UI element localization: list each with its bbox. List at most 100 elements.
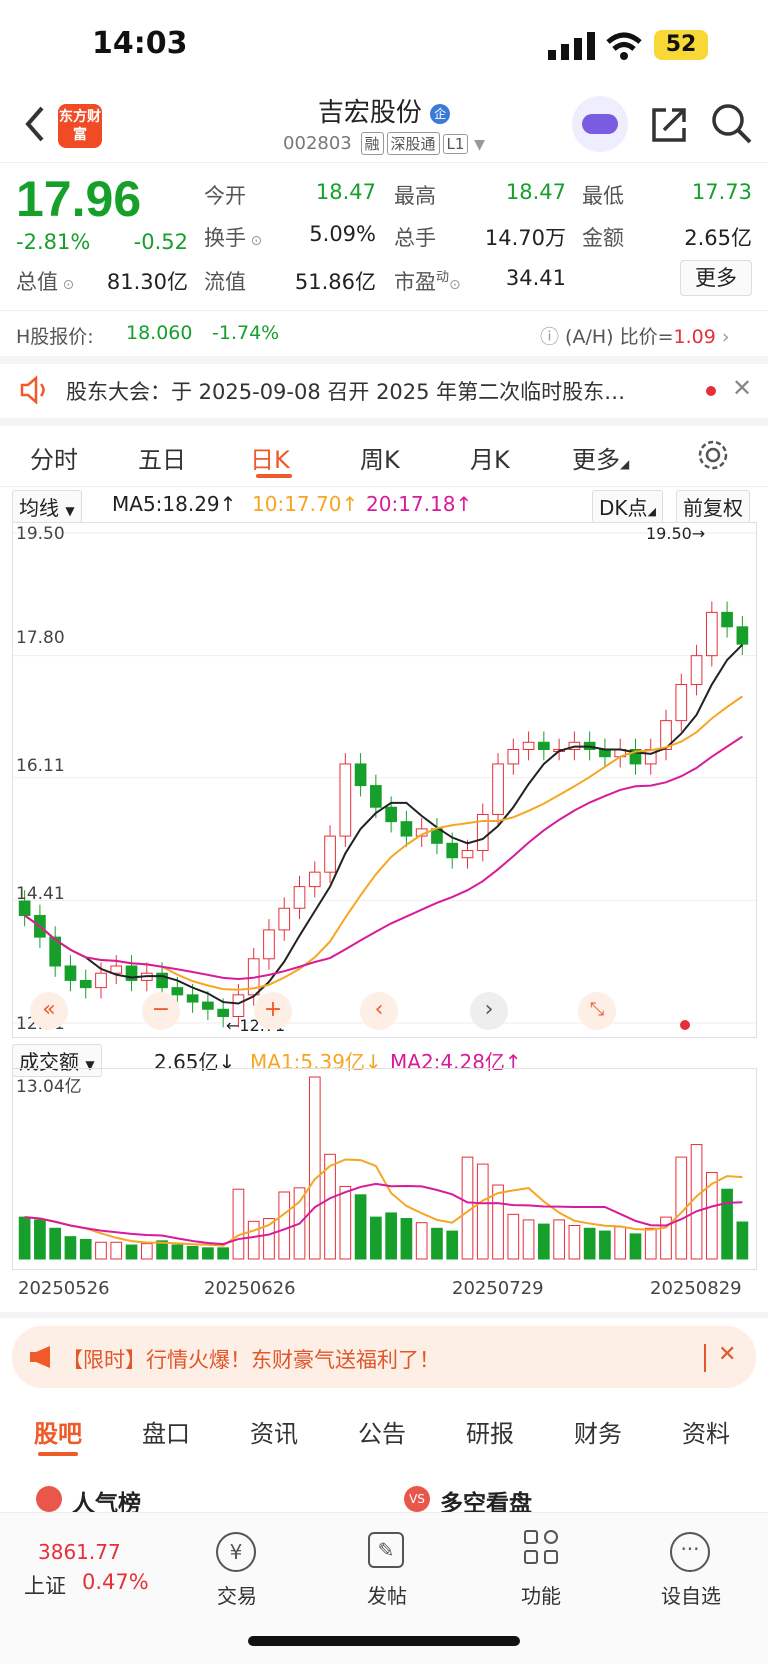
y-label: 14.41 [16,884,65,904]
volume-label: 总手 [394,226,436,250]
tab-news[interactable]: 资讯 [250,1414,298,1449]
zoom-out-icon[interactable]: − [142,992,180,1030]
assistant-avatar[interactable] [572,96,628,152]
more-dots-icon[interactable]: ··· [670,1532,710,1572]
volume-bar [583,1227,596,1260]
promo-text[interactable]: 【限时】行情火爆！东财豪气送福利了！ [62,1344,440,1374]
volume-bar [400,1218,413,1260]
info-icon[interactable]: ⊙ [449,277,461,293]
low-label: 最低 [582,184,624,208]
grid-icon[interactable] [524,1530,560,1566]
candle-body [79,979,92,989]
tab-profile[interactable]: 资料 [682,1414,730,1449]
ah-ratio[interactable]: ⓘ (A/H) 比价=1.09 › [540,322,730,349]
change-amt: -0.52 [133,230,188,254]
volume-bar [232,1188,245,1260]
ma10-line [24,695,743,991]
volume-chart[interactable] [12,1068,757,1270]
volume-bar [415,1222,428,1260]
chart-bar-icon [36,1486,62,1512]
promo-close-icon[interactable]: ✕ [718,1342,736,1367]
candle-body [492,763,504,815]
volume-bar [446,1230,459,1260]
dk-point-dropdown[interactable]: DK点◢ [592,490,663,523]
trade-button[interactable]: 交易 [192,1580,282,1609]
current-price: 17.96 [16,171,142,227]
post-edit-icon[interactable]: ✎ [368,1532,404,1568]
y-label: 17.80 [16,628,65,648]
battery-indicator: 52 [654,30,708,60]
tab-monthly-k[interactable]: 月K [470,440,510,475]
tab-intraday[interactable]: 分时 [30,440,78,475]
tab-guba[interactable]: 股吧 [34,1414,82,1449]
rewind-icon[interactable]: « [30,992,68,1030]
pe-value: 34.41 [505,266,566,290]
prev-icon[interactable]: ‹ [360,992,398,1030]
promo-divider [704,1344,706,1372]
next-icon[interactable]: › [470,992,508,1030]
index-change[interactable]: 0.47% [82,1570,149,1594]
tab-five-day[interactable]: 五日 [138,440,186,475]
amount-value: 2.65亿 [684,226,752,250]
volume-bar [492,1184,504,1260]
volume-bar [705,1171,718,1260]
y-label: 19.50 [16,524,65,544]
volume-bar [64,1236,77,1260]
function-button[interactable]: 功能 [496,1580,586,1609]
unread-dot [706,386,716,396]
candle-body [308,871,321,888]
tab-pankou[interactable]: 盘口 [142,1414,190,1449]
post-button[interactable]: 发帖 [342,1580,432,1609]
candle-body [263,929,275,960]
volume-bar [644,1227,657,1260]
tab-finance[interactable]: 财务 [574,1414,622,1449]
share-icon[interactable] [650,104,690,144]
volume-bar [537,1223,550,1260]
volume-bar [95,1241,107,1260]
wifi-icon [606,32,642,60]
info-icon[interactable]: ⊙ [246,233,262,249]
candle-body [522,741,535,750]
candle-body [171,987,184,996]
ma-dropdown[interactable]: 均线 ▼ [12,490,82,523]
settings-gear-icon[interactable] [696,438,730,472]
date-label: 20250626 [204,1278,296,1299]
tag-level: L1 [442,134,469,154]
volume-bar [171,1244,184,1260]
tab-research[interactable]: 研报 [466,1414,514,1449]
date-label: 20250526 [18,1278,110,1299]
tab-daily-k[interactable]: 日K [250,440,290,475]
pe-label: 市盈动⊙ [394,270,461,294]
volume-bar [308,1076,321,1260]
date-label: 20250729 [452,1278,544,1299]
notice-text[interactable]: 股东大会：于 2025-09-08 召开 2025 年第二次临时股东… [66,376,676,406]
enterprise-badge-icon: 企 [430,103,451,124]
chevron-down-icon[interactable]: ▼ [474,137,485,153]
info-icon[interactable]: ⊙ [58,277,74,293]
megaphone-icon [30,1346,50,1368]
volume-bar [34,1219,46,1260]
close-icon[interactable]: ✕ [732,374,752,402]
search-icon[interactable] [710,102,754,146]
divider [0,1312,768,1318]
candle-body [675,684,688,722]
signal-icon [548,32,595,60]
open-value: 18.47 [315,180,376,204]
fullscreen-icon[interactable]: ⤡ [578,992,616,1030]
tab-more[interactable]: 更多◢ [572,440,629,475]
tab-weekly-k[interactable]: 周K [360,440,400,475]
zoom-in-icon[interactable]: + [254,992,292,1030]
candle-body [721,611,733,628]
volume-bar [49,1227,62,1260]
add-watchlist-button[interactable]: 设自选 [646,1580,736,1609]
index-value[interactable]: 3861.77 [38,1540,121,1564]
candle-body [705,611,718,657]
adjust-dropdown[interactable]: 前复权 [676,490,750,523]
candlestick-chart[interactable] [12,522,757,1038]
trade-icon[interactable]: ¥ [216,1532,256,1572]
tab-announcements[interactable]: 公告 [358,1414,406,1449]
volume-bar [339,1185,352,1260]
index-name[interactable]: 上证 [24,1570,66,1600]
more-quote-button[interactable]: 更多 [680,260,752,296]
volume-bar [629,1233,642,1260]
